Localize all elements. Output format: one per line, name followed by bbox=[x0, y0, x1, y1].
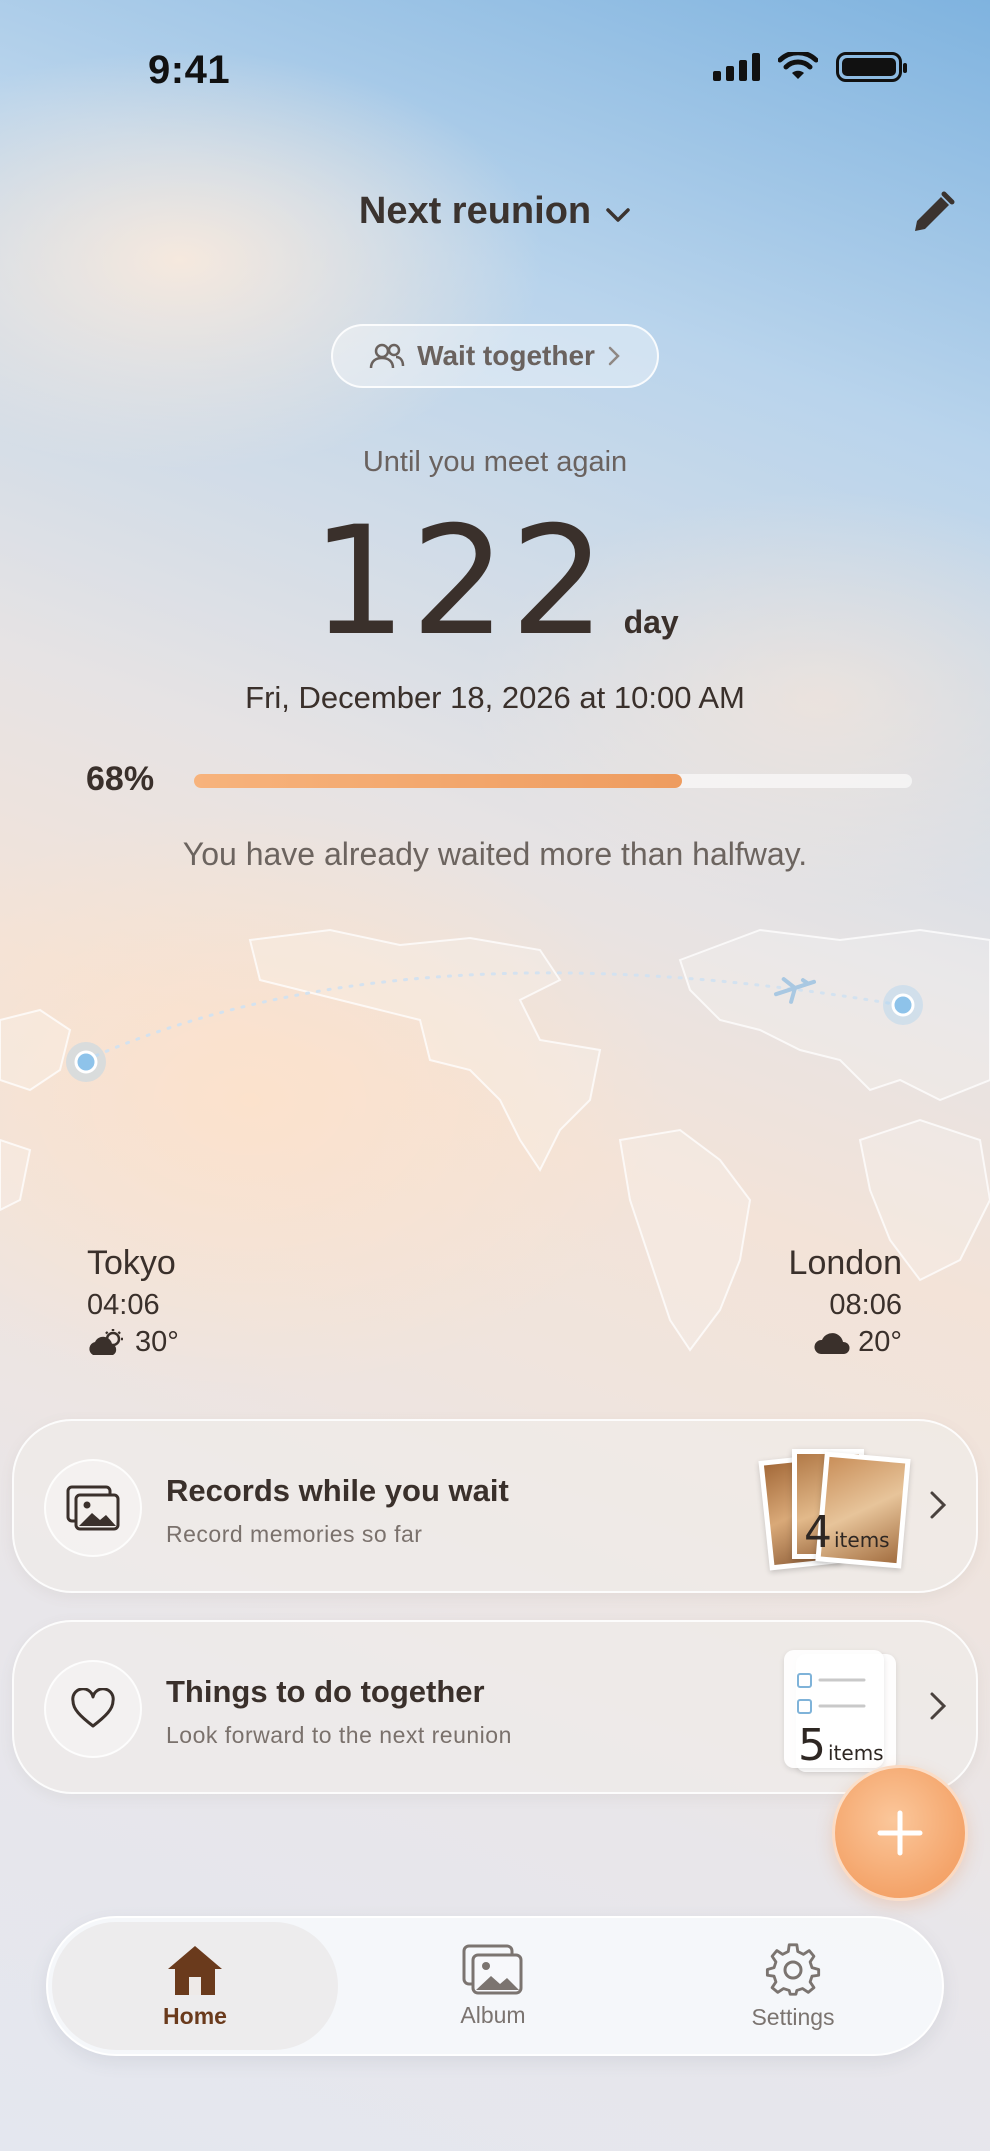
records-thumbnail: 4 items bbox=[754, 1443, 924, 1583]
chevron-right-icon bbox=[608, 346, 620, 366]
plus-icon bbox=[877, 1810, 923, 1856]
city-time: 08:06 bbox=[829, 1289, 902, 1321]
city-tokyo: Tokyo 04:06 30° bbox=[87, 1244, 179, 1359]
wifi-icon bbox=[778, 52, 818, 79]
city-name: London bbox=[788, 1244, 902, 1282]
status-icons bbox=[713, 52, 907, 82]
countdown-days: 122 bbox=[311, 495, 610, 669]
city-london: London 08:06 20° bbox=[789, 1244, 902, 1359]
pencil-icon bbox=[915, 191, 955, 231]
chevron-down-icon bbox=[605, 191, 631, 234]
records-subtitle: Record memories so far bbox=[166, 1521, 423, 1547]
tab-label: Home bbox=[163, 2002, 227, 2029]
records-icon-badge bbox=[44, 1459, 142, 1557]
progress-percent: 68% bbox=[86, 760, 155, 798]
city-time: 04:06 bbox=[87, 1289, 160, 1321]
partly-sunny-icon bbox=[89, 1328, 123, 1355]
battery-icon bbox=[836, 52, 907, 82]
photos-icon bbox=[66, 1485, 120, 1531]
status-time: 9:41 bbox=[148, 48, 231, 92]
countdown-unit: day bbox=[623, 604, 679, 640]
cloud-icon bbox=[814, 1332, 850, 1354]
reunion-selector[interactable]: Next reunion bbox=[0, 190, 990, 234]
countdown-display: 122 day bbox=[0, 495, 990, 669]
todo-thumbnail: 5 items bbox=[784, 1650, 896, 1774]
tab-bar: Home Album Settings bbox=[46, 1916, 944, 2056]
cellular-signal-icon bbox=[713, 53, 760, 81]
todo-subtitle: Look forward to the next reunion bbox=[166, 1722, 512, 1748]
todo-count: 5 items bbox=[798, 1720, 884, 1771]
reunion-date: Fri, December 18, 2026 at 10:00 AM bbox=[245, 680, 745, 715]
city-weather: 20° bbox=[789, 1326, 902, 1359]
status-bar: 9:41 bbox=[0, 0, 990, 140]
checklist-icon bbox=[797, 1673, 866, 1714]
tab-label: Settings bbox=[751, 2003, 835, 2030]
todo-card[interactable]: Things to do together Look forward to th… bbox=[12, 1620, 978, 1794]
edit-button[interactable] bbox=[904, 186, 960, 242]
tab-album[interactable]: Album bbox=[348, 1918, 638, 2054]
tab-settings[interactable]: Settings bbox=[648, 1918, 938, 2054]
add-button[interactable] bbox=[832, 1765, 968, 1901]
progress-fill bbox=[194, 774, 683, 788]
tab-label: Album bbox=[460, 2001, 526, 2028]
london-marker-icon bbox=[883, 985, 923, 1025]
countdown-caption: Until you meet again bbox=[362, 446, 628, 478]
chevron-right-icon bbox=[928, 1489, 948, 1526]
progress-bar bbox=[194, 774, 912, 788]
records-count: 4 items bbox=[804, 1507, 890, 1558]
city-temp: 20° bbox=[858, 1326, 902, 1358]
tab-home[interactable]: Home bbox=[52, 1922, 338, 2050]
city-name: Tokyo bbox=[87, 1244, 176, 1282]
progress-message: You have already waited more than halfwa… bbox=[182, 836, 808, 872]
gear-icon bbox=[765, 1942, 821, 1996]
city-temp: 30° bbox=[135, 1326, 179, 1358]
wait-together-label: Wait together bbox=[417, 340, 595, 371]
todo-icon-badge bbox=[44, 1660, 142, 1758]
records-card[interactable]: Records while you wait Record memories s… bbox=[12, 1419, 978, 1593]
heart-icon bbox=[71, 1688, 115, 1728]
album-icon bbox=[462, 1944, 523, 1994]
tokyo-marker-icon bbox=[66, 1042, 106, 1082]
records-title: Records while you wait bbox=[166, 1473, 509, 1508]
todo-title: Things to do together bbox=[166, 1674, 485, 1709]
home-icon bbox=[168, 1945, 222, 1995]
people-icon bbox=[369, 343, 405, 369]
chevron-right-icon bbox=[928, 1690, 948, 1727]
city-weather: 30° bbox=[87, 1326, 179, 1359]
page-title: Next reunion bbox=[358, 190, 592, 232]
wait-together-button[interactable]: Wait together bbox=[331, 324, 659, 388]
